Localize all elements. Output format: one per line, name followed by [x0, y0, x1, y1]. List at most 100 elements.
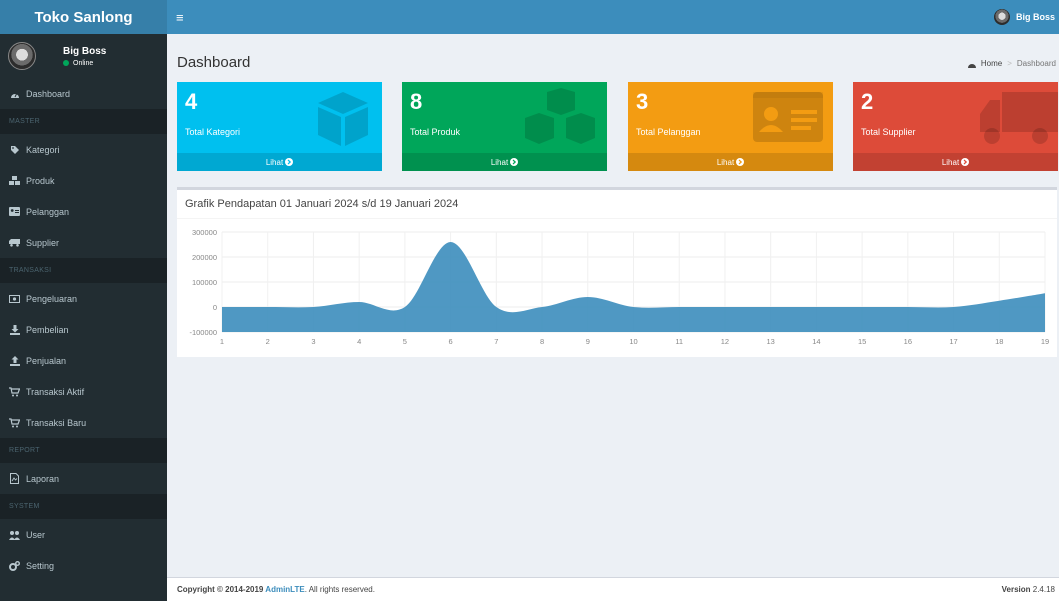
y-tick-label: 200000	[192, 253, 217, 262]
sidebar-item-produk[interactable]: Produk	[0, 165, 167, 196]
sidebar-item-label: Pembelian	[26, 324, 69, 335]
x-tick-label: 5	[403, 337, 407, 346]
pelanggan-label: Total Pelanggan	[636, 127, 701, 137]
cubes-icon	[525, 88, 595, 144]
sidebar-item-supplier[interactable]: Supplier	[0, 227, 167, 258]
sidebar-toggle-icon[interactable]: ≡	[176, 10, 184, 25]
sidebar-item-label: Produk	[26, 175, 55, 186]
sidebar-item-laporan[interactable]: Laporan	[0, 463, 167, 494]
sidebar-item-kategori[interactable]: Kategori	[0, 134, 167, 165]
info-box-kategori: 4 Total Kategori Lihat	[177, 82, 382, 171]
file-icon	[9, 473, 20, 484]
sidebar-item-setting[interactable]: Setting	[0, 550, 167, 581]
user-status-label: Online	[73, 59, 94, 67]
sidebar-item-penjualan[interactable]: Penjualan	[0, 345, 167, 376]
x-tick-label: 10	[629, 337, 637, 346]
more-link-label: Lihat	[716, 157, 735, 167]
sidebar-item-pengeluaran[interactable]: Pengeluaran	[0, 283, 167, 314]
cube-icon	[318, 92, 368, 146]
info-box-produk: 8 Total Produk Lihat	[402, 82, 607, 171]
sidebar-item-dashboard[interactable]: Dashboard	[0, 78, 167, 109]
pelanggan-more-link[interactable]: Lihat	[628, 153, 833, 171]
copyright-prefix: Copyright © 2014-2019	[177, 585, 266, 594]
x-tick-label: 2	[266, 337, 270, 346]
sidebar-item-label: Laporan	[26, 473, 60, 484]
y-tick-label: 300000	[192, 228, 217, 237]
more-link-label: Lihat	[490, 157, 509, 167]
x-tick-label: 11	[675, 337, 683, 346]
navbar-user-menu[interactable]: Big Boss	[993, 9, 1055, 25]
sidebar-item-label: Supplier	[26, 237, 60, 248]
produk-label: Total Produk	[410, 127, 461, 137]
arrow-circle-right-icon	[736, 158, 745, 166]
arrow-circle-right-icon	[510, 158, 519, 166]
x-tick-label: 18	[995, 337, 1003, 346]
more-link-label: Lihat	[265, 157, 284, 167]
truck-icon	[980, 92, 1058, 144]
copyright-suffix: . All rights reserved.	[304, 585, 375, 594]
x-tick-label: 8	[540, 337, 544, 346]
cubes-icon	[9, 175, 20, 186]
adminlte-link[interactable]: AdminLTE	[265, 585, 304, 594]
x-tick-label: 15	[858, 337, 866, 346]
navbar-avatar	[993, 9, 1010, 25]
x-tick-label: 3	[311, 337, 315, 346]
sidebar-user-name: Big Boss	[63, 45, 107, 57]
x-tick-label: 6	[449, 337, 453, 346]
kategori-more-link[interactable]: Lihat	[177, 153, 382, 171]
sidebar-item-label: Penjualan	[26, 355, 67, 366]
sidebar-item-label: Transaksi Baru	[26, 417, 87, 428]
sidebar-item-label: Dashboard	[26, 88, 71, 99]
online-dot-icon	[63, 60, 69, 66]
breadcrumb-separator: >	[1007, 59, 1012, 68]
sidebar-item-pelanggan[interactable]: Pelanggan	[0, 196, 167, 227]
sidebar-item-label: User	[26, 529, 46, 540]
sidebar-item-label: Pelanggan	[26, 206, 70, 217]
money-icon	[9, 294, 20, 304]
produk-more-link[interactable]: Lihat	[402, 153, 607, 171]
tag-icon	[9, 145, 20, 155]
chart-divider	[177, 218, 1057, 219]
sidebar-item-transaksi-aktif[interactable]: Transaksi Aktif	[0, 376, 167, 407]
sidebar-item-label: Kategori	[26, 144, 60, 155]
download-icon	[9, 324, 20, 335]
pelanggan-count: 3	[636, 89, 649, 114]
supplier-more-link[interactable]: Lihat	[853, 153, 1058, 171]
sidebar-item-label: Setting	[26, 560, 55, 571]
users-icon	[9, 530, 20, 540]
menu-header-transaksi: TRANSAKSI	[0, 258, 167, 283]
sidebar-item-user[interactable]: User	[0, 519, 167, 550]
dashboard-icon	[967, 63, 976, 68]
x-tick-label: 1	[220, 337, 224, 346]
revenue-chart-box: Grafik Pendapatan 01 Januari 2024 s/d 19…	[177, 187, 1057, 357]
upload-icon	[9, 355, 20, 366]
dashboard-icon	[9, 89, 20, 99]
x-tick-label: 14	[812, 337, 820, 346]
version-value: 2.4.18	[1032, 585, 1055, 594]
supplier-label: Total Supplier	[861, 127, 916, 137]
y-tick-label: -100000	[189, 328, 217, 337]
menu-header-system: SYSTEM	[0, 494, 167, 519]
more-link-label: Lihat	[941, 157, 960, 167]
page-footer: Copyright © 2014-2019 AdminLTE. All righ…	[167, 577, 1059, 601]
x-tick-label: 12	[721, 337, 729, 346]
version-label: Version	[1001, 585, 1031, 594]
user-status: Online	[63, 60, 106, 67]
sidebar: Toko Sanlong Big Boss Online Dashboard M…	[0, 0, 167, 601]
x-tick-label: 13	[766, 337, 774, 346]
y-tick-label: 0	[213, 303, 217, 312]
breadcrumb-home[interactable]: Home	[981, 59, 1002, 68]
arrow-circle-right-icon	[961, 158, 970, 166]
brand-logo[interactable]: Toko Sanlong	[0, 0, 167, 34]
copyright: Copyright © 2014-2019 AdminLTE. All righ…	[177, 585, 375, 594]
menu-header-report: REPORT	[0, 438, 167, 463]
sidebar-item-transaksi-baru[interactable]: Transaksi Baru	[0, 407, 167, 438]
sidebar-item-label: Transaksi Aktif	[26, 386, 85, 397]
sidebar-item-pembelian[interactable]: Pembelian	[0, 314, 167, 345]
user-panel: Big Boss Online	[0, 34, 167, 78]
sidebar-item-label: Pengeluaran	[26, 293, 78, 304]
navbar-user-name: Big Boss	[1015, 12, 1055, 22]
cart-icon	[9, 386, 20, 397]
page-title: Dashboard	[177, 54, 251, 71]
x-tick-label: 7	[494, 337, 498, 346]
